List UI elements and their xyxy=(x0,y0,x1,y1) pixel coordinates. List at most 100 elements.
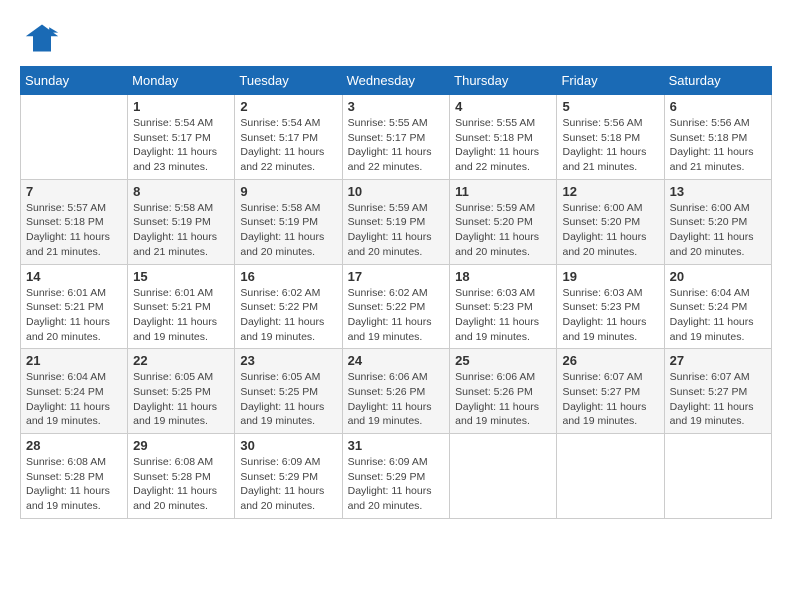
calendar-cell: 1 Sunrise: 5:54 AM Sunset: 5:17 PM Daylig… xyxy=(128,95,235,180)
day-number: 6 xyxy=(670,99,766,114)
day-info: Sunrise: 6:02 AM Sunset: 5:22 PM Dayligh… xyxy=(348,286,445,345)
calendar-cell: 21Sunrise: 6:04 AM Sunset: 5:24 PM Dayli… xyxy=(21,349,128,434)
logo-bird-icon xyxy=(24,20,60,56)
day-number: 1 xyxy=(133,99,229,114)
day-number: 15 xyxy=(133,269,229,284)
calendar-cell: 16 Sunrise: 6:02 AM Sunset: 5:22 PM Dayli… xyxy=(235,264,342,349)
calendar-cell: 23 Sunrise: 6:05 AM Sunset: 5:25 PM Dayli… xyxy=(235,349,342,434)
calendar-cell: 14 Sunrise: 6:01 AM Sunset: 5:21 PM Dayli… xyxy=(21,264,128,349)
day-number: 18 xyxy=(455,269,551,284)
day-number: 13 xyxy=(670,184,766,199)
calendar-cell xyxy=(664,434,771,519)
day-number: 9 xyxy=(240,184,336,199)
calendar-cell: 6 Sunrise: 5:56 AM Sunset: 5:18 PM Daylig… xyxy=(664,95,771,180)
day-number: 14 xyxy=(26,269,122,284)
calendar-cell: 30 Sunrise: 6:09 AM Sunset: 5:29 PM Dayli… xyxy=(235,434,342,519)
calendar-cell: 29 Sunrise: 6:08 AM Sunset: 5:28 PM Dayli… xyxy=(128,434,235,519)
calendar-cell: 4 Sunrise: 5:55 AM Sunset: 5:18 PM Daylig… xyxy=(450,95,557,180)
calendar-cell: 7 Sunrise: 5:57 AM Sunset: 5:18 PM Daylig… xyxy=(21,179,128,264)
day-info: Sunrise: 6:03 AM Sunset: 5:23 PM Dayligh… xyxy=(455,286,551,345)
day-number: 23 xyxy=(240,353,336,368)
day-number: 22 xyxy=(133,353,229,368)
calendar-cell xyxy=(21,95,128,180)
day-number: 31 xyxy=(348,438,445,453)
day-number: 2 xyxy=(240,99,336,114)
day-info: Sunrise: 6:09 AM Sunset: 5:29 PM Dayligh… xyxy=(240,455,336,514)
day-number: 7 xyxy=(26,184,122,199)
day-info: Sunrise: 6:01 AM Sunset: 5:21 PM Dayligh… xyxy=(133,286,229,345)
day-info: Sunrise: 6:01 AM Sunset: 5:21 PM Dayligh… xyxy=(26,286,122,345)
day-number: 16 xyxy=(240,269,336,284)
calendar-cell: 3Sunrise: 5:55 AM Sunset: 5:17 PM Daylig… xyxy=(342,95,450,180)
calendar-cell: 24 Sunrise: 6:06 AM Sunset: 5:26 PM Dayli… xyxy=(342,349,450,434)
day-number: 12 xyxy=(562,184,658,199)
calendar-cell: 9 Sunrise: 5:58 AM Sunset: 5:19 PM Daylig… xyxy=(235,179,342,264)
calendar-cell: 22 Sunrise: 6:05 AM Sunset: 5:25 PM Dayli… xyxy=(128,349,235,434)
day-info: Sunrise: 6:09 AM Sunset: 5:29 PM Dayligh… xyxy=(348,455,445,514)
day-info: Sunrise: 6:06 AM Sunset: 5:26 PM Dayligh… xyxy=(455,370,551,429)
calendar-cell: 28 Sunrise: 6:08 AM Sunset: 5:28 PM Dayli… xyxy=(21,434,128,519)
calendar-cell: 8Sunrise: 5:58 AM Sunset: 5:19 PM Daylig… xyxy=(128,179,235,264)
day-info: Sunrise: 6:05 AM Sunset: 5:25 PM Dayligh… xyxy=(240,370,336,429)
calendar-cell: 2 Sunrise: 5:54 AM Sunset: 5:17 PM Daylig… xyxy=(235,95,342,180)
day-number: 29 xyxy=(133,438,229,453)
day-number: 17 xyxy=(348,269,445,284)
day-number: 27 xyxy=(670,353,766,368)
day-info: Sunrise: 5:58 AM Sunset: 5:19 PM Dayligh… xyxy=(240,201,336,260)
day-info: Sunrise: 6:08 AM Sunset: 5:28 PM Dayligh… xyxy=(26,455,122,514)
day-number: 19 xyxy=(562,269,658,284)
weekday-header-thursday: Thursday xyxy=(450,67,557,95)
calendar-table: SundayMondayTuesdayWednesdayThursdayFrid… xyxy=(20,66,772,519)
day-info: Sunrise: 5:55 AM Sunset: 5:18 PM Dayligh… xyxy=(455,116,551,175)
day-info: Sunrise: 5:54 AM Sunset: 5:17 PM Dayligh… xyxy=(133,116,229,175)
day-info: Sunrise: 6:07 AM Sunset: 5:27 PM Dayligh… xyxy=(670,370,766,429)
calendar-cell: 11 Sunrise: 5:59 AM Sunset: 5:20 PM Dayli… xyxy=(450,179,557,264)
calendar-cell: 31 Sunrise: 6:09 AM Sunset: 5:29 PM Dayli… xyxy=(342,434,450,519)
day-number: 26 xyxy=(562,353,658,368)
calendar-cell: 19 Sunrise: 6:03 AM Sunset: 5:23 PM Dayli… xyxy=(557,264,664,349)
page-header xyxy=(20,20,772,56)
calendar-cell: 26 Sunrise: 6:07 AM Sunset: 5:27 PM Dayli… xyxy=(557,349,664,434)
day-info: Sunrise: 6:00 AM Sunset: 5:20 PM Dayligh… xyxy=(562,201,658,260)
day-info: Sunrise: 6:05 AM Sunset: 5:25 PM Dayligh… xyxy=(133,370,229,429)
logo xyxy=(20,20,60,56)
day-info: Sunrise: 5:56 AM Sunset: 5:18 PM Dayligh… xyxy=(562,116,658,175)
calendar-cell: 25 Sunrise: 6:06 AM Sunset: 5:26 PM Dayli… xyxy=(450,349,557,434)
weekday-header-friday: Friday xyxy=(557,67,664,95)
day-number: 30 xyxy=(240,438,336,453)
day-info: Sunrise: 6:00 AM Sunset: 5:20 PM Dayligh… xyxy=(670,201,766,260)
day-info: Sunrise: 6:06 AM Sunset: 5:26 PM Dayligh… xyxy=(348,370,445,429)
day-number: 11 xyxy=(455,184,551,199)
day-info: Sunrise: 6:07 AM Sunset: 5:27 PM Dayligh… xyxy=(562,370,658,429)
calendar-cell: 12 Sunrise: 6:00 AM Sunset: 5:20 PM Dayli… xyxy=(557,179,664,264)
day-info: Sunrise: 5:59 AM Sunset: 5:19 PM Dayligh… xyxy=(348,201,445,260)
day-number: 5 xyxy=(562,99,658,114)
day-info: Sunrise: 6:03 AM Sunset: 5:23 PM Dayligh… xyxy=(562,286,658,345)
weekday-header-wednesday: Wednesday xyxy=(342,67,450,95)
day-info: Sunrise: 5:55 AM Sunset: 5:17 PM Dayligh… xyxy=(348,116,445,175)
day-info: Sunrise: 6:02 AM Sunset: 5:22 PM Dayligh… xyxy=(240,286,336,345)
day-info: Sunrise: 5:56 AM Sunset: 5:18 PM Dayligh… xyxy=(670,116,766,175)
weekday-header-tuesday: Tuesday xyxy=(235,67,342,95)
day-number: 28 xyxy=(26,438,122,453)
calendar-cell: 15 Sunrise: 6:01 AM Sunset: 5:21 PM Dayli… xyxy=(128,264,235,349)
calendar-cell: 10Sunrise: 5:59 AM Sunset: 5:19 PM Dayli… xyxy=(342,179,450,264)
calendar-cell: 27 Sunrise: 6:07 AM Sunset: 5:27 PM Dayli… xyxy=(664,349,771,434)
weekday-header-saturday: Saturday xyxy=(664,67,771,95)
day-number: 25 xyxy=(455,353,551,368)
calendar-cell: 13 Sunrise: 6:00 AM Sunset: 5:20 PM Dayli… xyxy=(664,179,771,264)
calendar-cell: 20Sunrise: 6:04 AM Sunset: 5:24 PM Dayli… xyxy=(664,264,771,349)
day-info: Sunrise: 6:04 AM Sunset: 5:24 PM Dayligh… xyxy=(670,286,766,345)
day-info: Sunrise: 6:08 AM Sunset: 5:28 PM Dayligh… xyxy=(133,455,229,514)
day-number: 8 xyxy=(133,184,229,199)
calendar-cell: 17 Sunrise: 6:02 AM Sunset: 5:22 PM Dayli… xyxy=(342,264,450,349)
day-number: 4 xyxy=(455,99,551,114)
day-number: 24 xyxy=(348,353,445,368)
logo-text xyxy=(20,20,60,62)
day-info: Sunrise: 5:59 AM Sunset: 5:20 PM Dayligh… xyxy=(455,201,551,260)
day-info: Sunrise: 6:04 AM Sunset: 5:24 PM Dayligh… xyxy=(26,370,122,429)
day-info: Sunrise: 5:54 AM Sunset: 5:17 PM Dayligh… xyxy=(240,116,336,175)
calendar-cell: 18 Sunrise: 6:03 AM Sunset: 5:23 PM Dayli… xyxy=(450,264,557,349)
weekday-header-sunday: Sunday xyxy=(21,67,128,95)
day-info: Sunrise: 5:57 AM Sunset: 5:18 PM Dayligh… xyxy=(26,201,122,260)
